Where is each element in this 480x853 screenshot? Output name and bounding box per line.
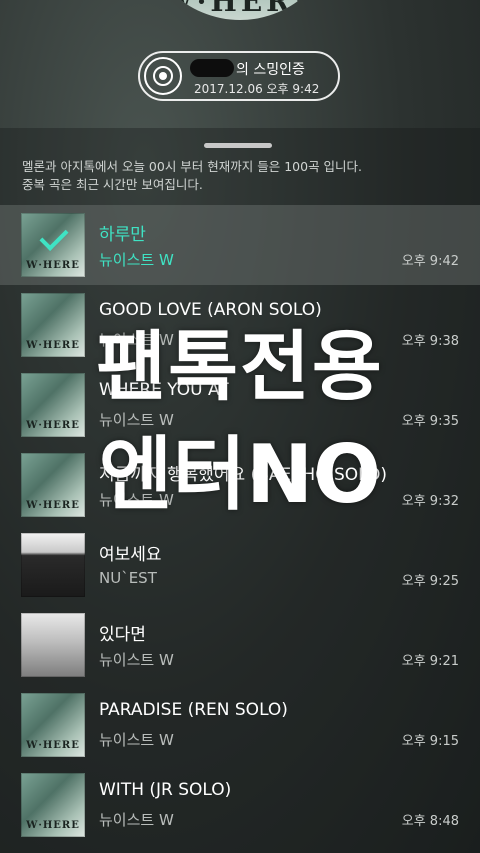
song-artist: 뉴이스트 W xyxy=(99,731,174,749)
song-title: PARADISE (REN SOLO) xyxy=(99,700,288,720)
song-artist: 뉴이스트 W xyxy=(99,411,174,429)
check-icon xyxy=(39,222,69,251)
song-title: WHERE YOU AT xyxy=(99,380,229,400)
redacted-username xyxy=(190,59,234,77)
song-artist: 뉴이스트 W xyxy=(99,811,174,829)
song-artist: 뉴이스트 W xyxy=(99,331,174,349)
song-time: 오후 9:42 xyxy=(401,254,459,269)
album-thumbnail-text: W·HERE xyxy=(26,340,80,351)
song-time: 오후 9:25 xyxy=(401,574,459,589)
album-thumbnail xyxy=(21,533,85,597)
song-artist: 뉴이스트 W xyxy=(99,251,174,269)
album-thumbnail xyxy=(21,613,85,677)
drag-handle[interactable] xyxy=(204,143,272,148)
disc-icon xyxy=(144,57,182,95)
album-thumbnail-text: W·HERE xyxy=(26,820,80,831)
song-time: 오후 9:35 xyxy=(401,414,459,429)
album-thumbnail-text: W·HERE xyxy=(26,500,80,511)
song-row[interactable]: W·HERE WHERE YOU AT 뉴이스트 W 오후 9:35 xyxy=(0,365,480,445)
album-thumbnail-text: W·HERE xyxy=(26,420,80,431)
notice-line-1: 멜론과 아지톡에서 오늘 00시 부터 현재까지 들은 100곡 입니다. xyxy=(22,159,363,174)
song-artist: 뉴이스트 W xyxy=(99,651,174,669)
streaming-title: 의 스밍인증 xyxy=(236,62,305,78)
notice-text: 멜론과 아지톡에서 오늘 00시 부터 현재까지 들은 100곡 입니다. 중복… xyxy=(22,158,462,194)
song-row[interactable]: W·HERE PARADISE (REN SOLO) 뉴이스트 W 오후 9:1… xyxy=(0,685,480,765)
song-title: 있다면 xyxy=(99,625,146,645)
album-art-text: W·HERE xyxy=(161,0,319,18)
album-thumbnail: W·HERE xyxy=(21,453,85,517)
album-art-disc: W·HERE xyxy=(142,0,338,20)
song-time: 오후 9:38 xyxy=(401,334,459,349)
song-title: GOOD LOVE (ARON SOLO) xyxy=(99,300,322,320)
album-thumbnail-text: W·HERE xyxy=(26,740,80,751)
album-thumbnail: W·HERE xyxy=(21,293,85,357)
album-thumbnail: W·HERE xyxy=(21,213,85,277)
song-title: 여보세요 xyxy=(99,545,162,565)
song-row[interactable]: 여보세요 NU`EST 오후 9:25 xyxy=(0,525,480,605)
song-artist: 뉴이스트 W xyxy=(99,491,174,509)
album-thumbnail: W·HERE xyxy=(21,373,85,437)
song-time: 오후 9:15 xyxy=(401,734,459,749)
song-row[interactable]: W·HERE 지금까지 행복했어요 (BAEKHO SOLO) 뉴이스트 W 오… xyxy=(0,445,480,525)
streaming-time: 2017.12.06 오후 9:42 xyxy=(194,82,320,96)
album-thumbnail: W·HERE xyxy=(21,773,85,837)
song-row[interactable]: W·HERE GOOD LOVE (ARON SOLO) 뉴이스트 W 오후 9… xyxy=(0,285,480,365)
song-title: 하루만 xyxy=(99,225,146,245)
song-time: 오후 9:21 xyxy=(401,654,459,669)
album-thumbnail-text: W·HERE xyxy=(26,260,80,271)
notice-line-2: 중복 곡은 최근 시간만 보여집니다. xyxy=(22,177,203,192)
song-row[interactable]: 있다면 뉴이스트 W 오후 9:21 xyxy=(0,605,480,685)
streaming-proof-badge[interactable]: 의 스밍인증 2017.12.06 오후 9:42 xyxy=(138,51,340,101)
album-thumbnail: W·HERE xyxy=(21,693,85,757)
song-title: 지금까지 행복했어요 (BAEKHO SOLO) xyxy=(99,465,387,485)
song-time: 오후 9:32 xyxy=(401,494,459,509)
song-row-selected[interactable]: W·HERE 하루만 뉴이스트 W 오후 9:42 xyxy=(0,205,480,285)
song-artist: NU`EST xyxy=(99,569,157,587)
song-row[interactable]: W·HERE WITH (JR SOLO) 뉴이스트 W 오후 8:48 xyxy=(0,765,480,845)
song-list: W·HERE 하루만 뉴이스트 W 오후 9:42 W·HERE GOOD LO… xyxy=(0,205,480,845)
song-title: WITH (JR SOLO) xyxy=(99,780,232,800)
song-time: 오후 8:48 xyxy=(401,814,459,829)
